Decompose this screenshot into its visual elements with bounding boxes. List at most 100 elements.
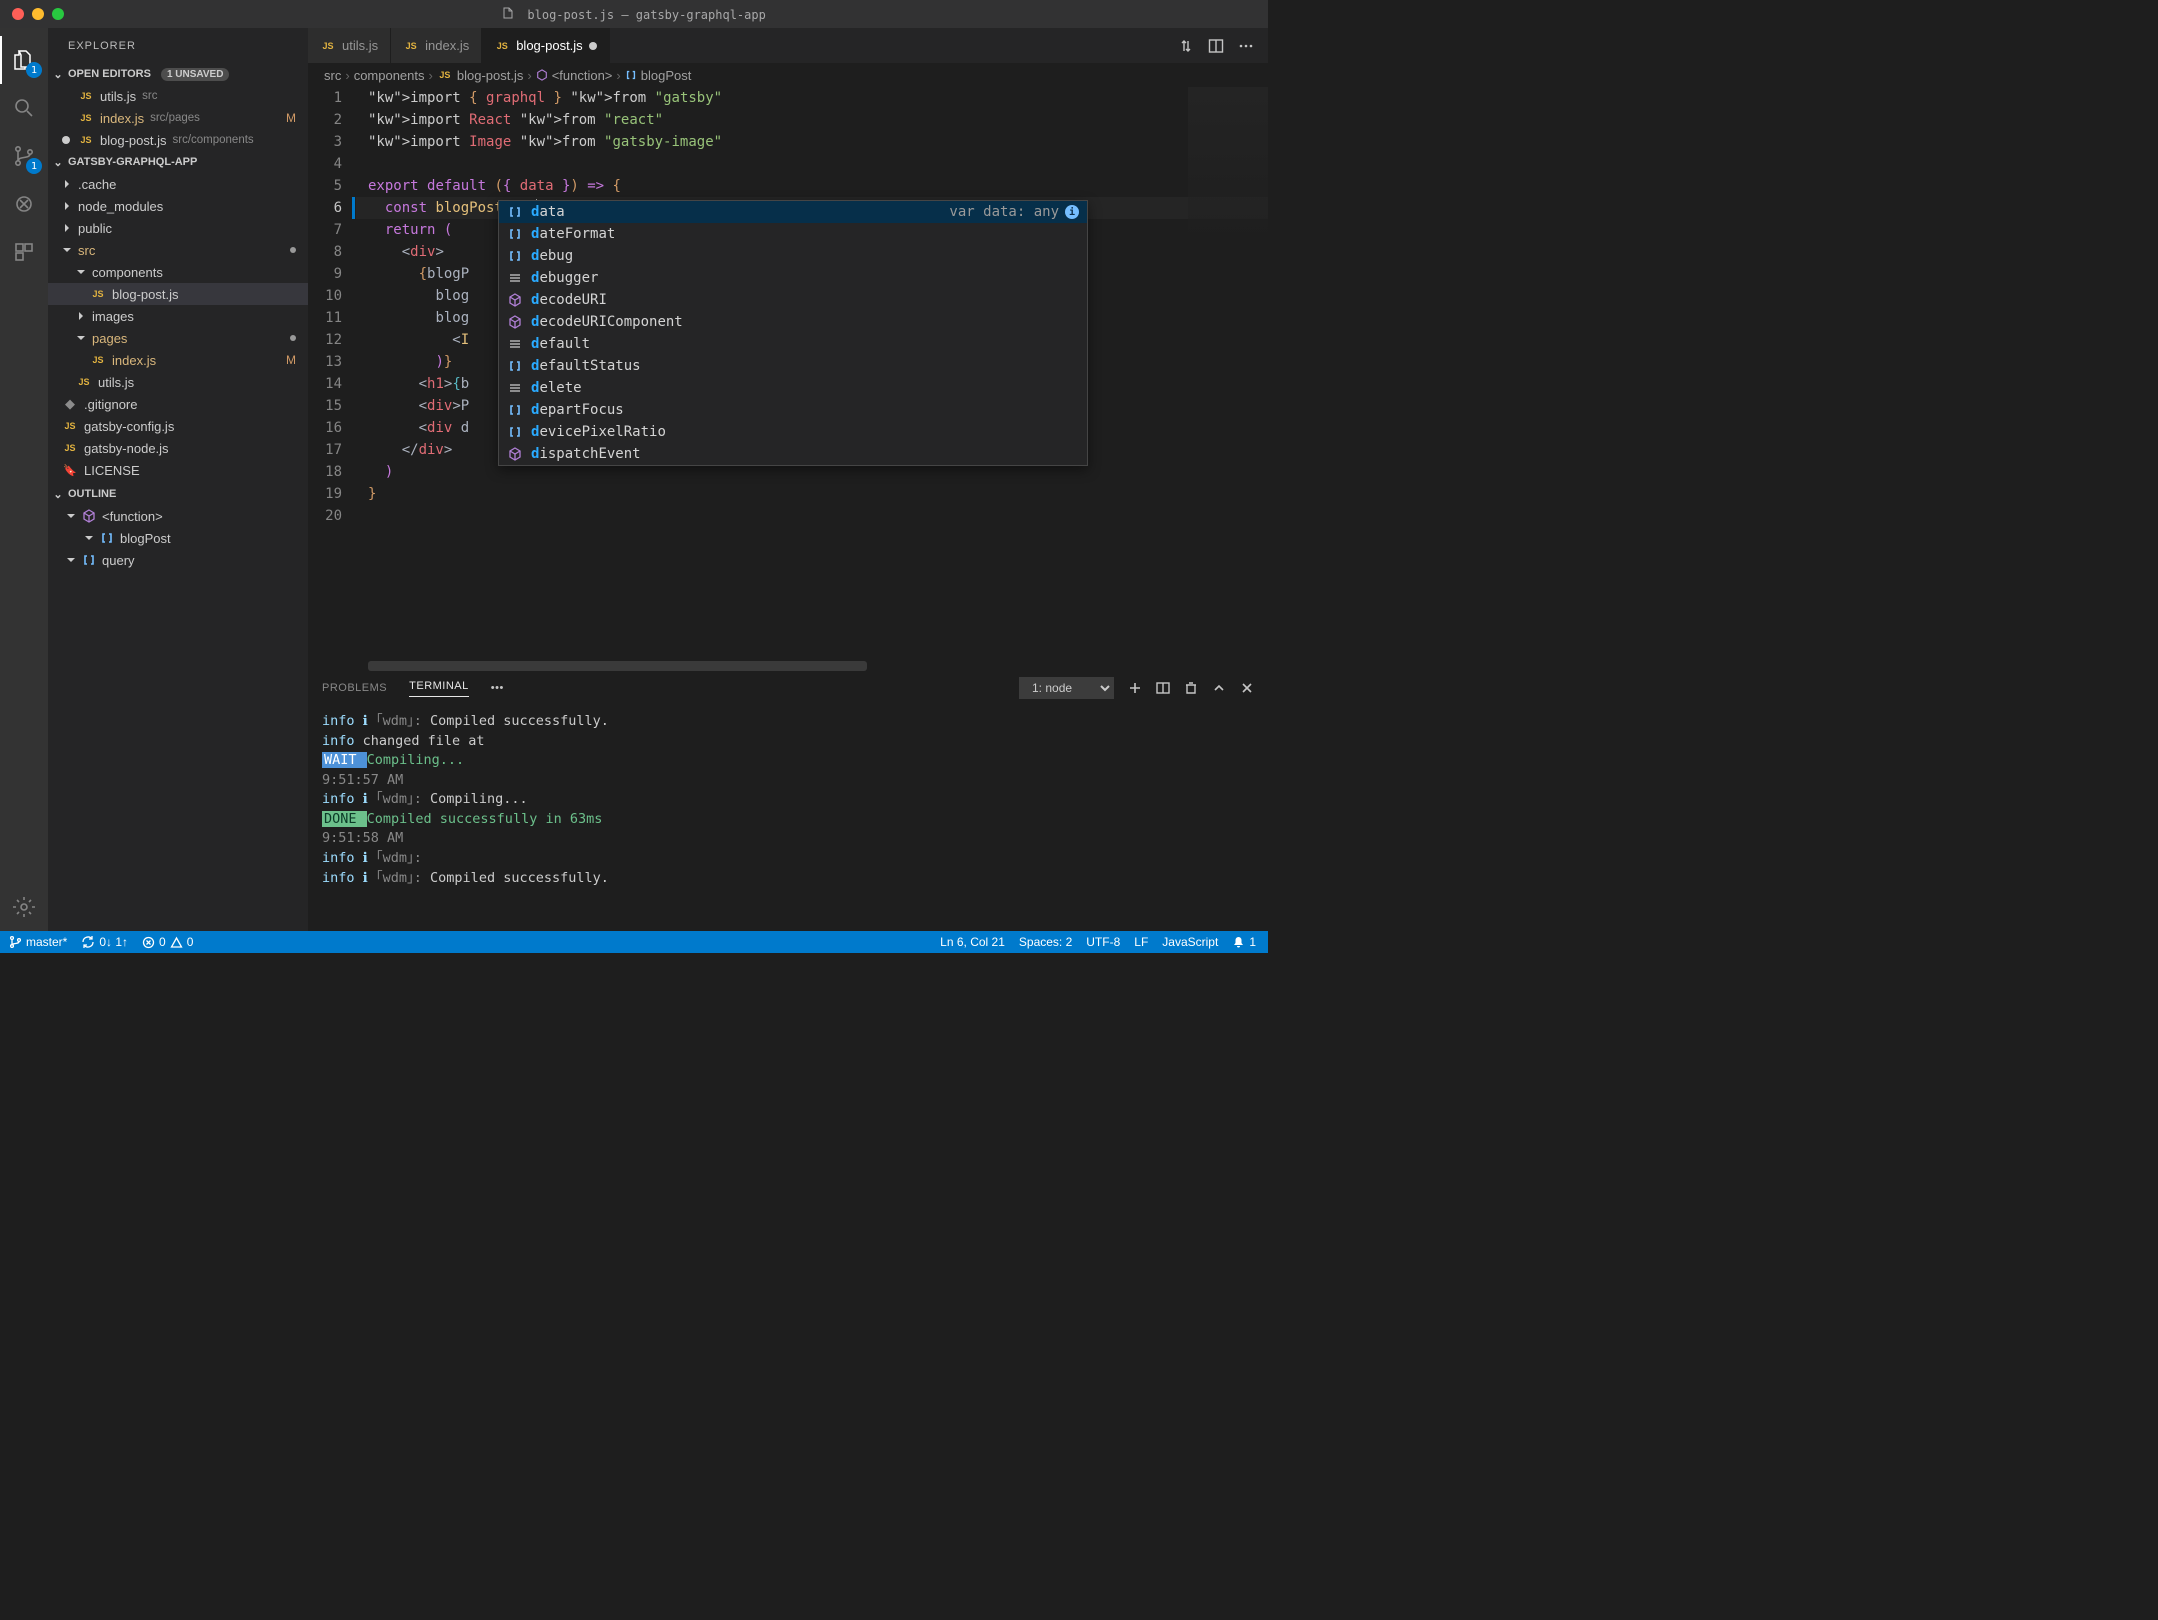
terminal-split-icon[interactable] (1156, 681, 1170, 695)
suggest-item[interactable]: debug (499, 245, 1087, 267)
activity-source-control[interactable]: 1 (0, 132, 48, 180)
info-icon[interactable]: i (1065, 205, 1079, 219)
symbol-module-icon (82, 509, 96, 523)
js-icon: JS (78, 132, 94, 148)
window-minimize-button[interactable] (32, 8, 44, 20)
suggest-item[interactable]: defaultStatus (499, 355, 1087, 377)
tree-folder[interactable]: images (48, 305, 308, 327)
scm-status-label: M (286, 353, 296, 367)
editor-tab[interactable]: JSutils.js (308, 28, 391, 63)
breadcrumb-segment[interactable]: blog-post.js (457, 68, 523, 83)
panel-close-icon[interactable] (1240, 681, 1254, 695)
status-problems[interactable]: 0 0 (142, 935, 193, 949)
sidebar-title: EXPLORER (48, 28, 308, 63)
activity-search[interactable] (0, 84, 48, 132)
status-sync[interactable]: 0↓ 1↑ (81, 935, 128, 949)
code-line[interactable]: export default ({ data }) => { (356, 175, 1268, 197)
code-line[interactable]: "kw">import { graphql } "kw">from "gatsb… (356, 87, 1268, 109)
suggest-widget[interactable]: datavar data: anyidateFormatdebugdebugge… (498, 200, 1088, 466)
activity-extensions[interactable] (0, 228, 48, 276)
tree-file[interactable]: 🔖LICENSE (48, 459, 308, 481)
open-editor-item[interactable]: JSutils.jssrc (48, 85, 308, 107)
breadcrumb-segment[interactable]: <function> (552, 68, 613, 83)
status-indentation[interactable]: Spaces: 2 (1019, 935, 1072, 949)
outline-item[interactable]: <function> (48, 505, 308, 527)
suggest-item[interactable]: devicePixelRatio (499, 421, 1087, 443)
open-editor-item[interactable]: JSblog-post.jssrc/components (48, 129, 308, 151)
activity-settings[interactable] (0, 883, 48, 931)
section-outline-header[interactable]: ⌄ OUTLINE (48, 483, 308, 505)
terminal-selector[interactable]: 1: node (1019, 677, 1114, 699)
open-editor-item[interactable]: JSindex.jssrc/pagesM (48, 107, 308, 129)
suggest-item[interactable]: dispatchEvent (499, 443, 1087, 465)
code-line[interactable]: "kw">import Image "kw">from "gatsby-imag… (356, 131, 1268, 153)
tree-folder[interactable]: src (48, 239, 308, 261)
suggest-item[interactable]: decodeURIComponent (499, 311, 1087, 333)
js-icon: JS (320, 38, 336, 54)
tree-file[interactable]: JSgatsby-config.js (48, 415, 308, 437)
suggest-item[interactable]: datavar data: anyi (499, 201, 1087, 223)
terminal-new-icon[interactable] (1128, 681, 1142, 695)
suggest-item[interactable]: default (499, 333, 1087, 355)
status-git-branch[interactable]: master* (8, 935, 67, 949)
window-maximize-button[interactable] (52, 8, 64, 20)
tree-file[interactable]: JSblog-post.js (48, 283, 308, 305)
line-number: 13 (308, 351, 342, 373)
tree-folder[interactable]: public (48, 217, 308, 239)
code-line[interactable]: } (356, 483, 1268, 505)
suggest-item[interactable]: delete (499, 377, 1087, 399)
code-editor[interactable]: 1234567891011121314151617181920 "kw">imp… (308, 87, 1268, 655)
tree-folder[interactable]: node_modules (48, 195, 308, 217)
code-line[interactable] (356, 153, 1268, 175)
split-editor-icon[interactable] (1208, 38, 1224, 54)
status-eol[interactable]: LF (1134, 935, 1148, 949)
symbol-variable-icon (507, 424, 523, 440)
line-number: 19 (308, 483, 342, 505)
tree-item-label: blog-post.js (112, 287, 178, 302)
tree-file[interactable]: ◆.gitignore (48, 393, 308, 415)
section-outline-label: OUTLINE (68, 488, 116, 500)
tree-file[interactable]: JSutils.js (48, 371, 308, 393)
tree-file[interactable]: JSgatsby-node.js (48, 437, 308, 459)
outline-item[interactable]: query (48, 549, 308, 571)
breadcrumb-segment[interactable]: src (324, 68, 341, 83)
editor-tab[interactable]: JSblog-post.js (482, 28, 609, 63)
section-open-editors-header[interactable]: ⌄ OPEN EDITORS 1 UNSAVED (48, 63, 308, 85)
code-line[interactable]: "kw">import React "kw">from "react" (356, 109, 1268, 131)
breadcrumb-segment[interactable]: components (354, 68, 425, 83)
horizontal-scrollbar[interactable] (368, 661, 867, 671)
breadcrumbs[interactable]: src›components›JSblog-post.js›<function>… (308, 63, 1268, 87)
activity-debug[interactable] (0, 180, 48, 228)
tree-folder[interactable]: .cache (48, 173, 308, 195)
compare-changes-icon[interactable] (1178, 38, 1194, 54)
activity-explorer[interactable]: 1 (0, 36, 48, 84)
status-language-mode[interactable]: JavaScript (1162, 935, 1218, 949)
minimap[interactable] (1188, 87, 1268, 247)
panel-tab-problems[interactable]: PROBLEMS (322, 682, 387, 694)
tree-folder[interactable]: components (48, 261, 308, 283)
outline-item[interactable]: blogPost (48, 527, 308, 549)
suggest-detail-label: var data: any (949, 204, 1059, 220)
status-notifications[interactable]: 1 (1232, 935, 1256, 949)
suggest-item[interactable]: debugger (499, 267, 1087, 289)
terminal-output[interactable]: info ℹ ｢wdm｣: Compiled successfully.info… (308, 704, 1268, 931)
editor-tab[interactable]: JSindex.js (391, 28, 482, 63)
tree-item-label: pages (92, 331, 127, 346)
suggest-item[interactable]: dateFormat (499, 223, 1087, 245)
suggest-item[interactable]: departFocus (499, 399, 1087, 421)
status-encoding[interactable]: UTF-8 (1086, 935, 1120, 949)
terminal-kill-icon[interactable] (1184, 681, 1198, 695)
panel-maximize-icon[interactable] (1212, 681, 1226, 695)
status-error-count: 0 (159, 935, 166, 949)
tree-file[interactable]: JSindex.jsM (48, 349, 308, 371)
status-cursor-position[interactable]: Ln 6, Col 21 (940, 935, 1005, 949)
code-line[interactable] (356, 505, 1268, 527)
window-close-button[interactable] (12, 8, 24, 20)
suggest-item[interactable]: decodeURI (499, 289, 1087, 311)
section-workspace-header[interactable]: ⌄ GATSBY-GRAPHQL-APP (48, 151, 308, 173)
tree-folder[interactable]: pages (48, 327, 308, 349)
panel-tab-terminal[interactable]: TERMINAL (409, 680, 469, 697)
more-actions-icon[interactable] (1238, 38, 1254, 54)
panel-tab-more-icon[interactable]: ••• (491, 682, 504, 694)
breadcrumb-segment[interactable]: blogPost (641, 68, 692, 83)
